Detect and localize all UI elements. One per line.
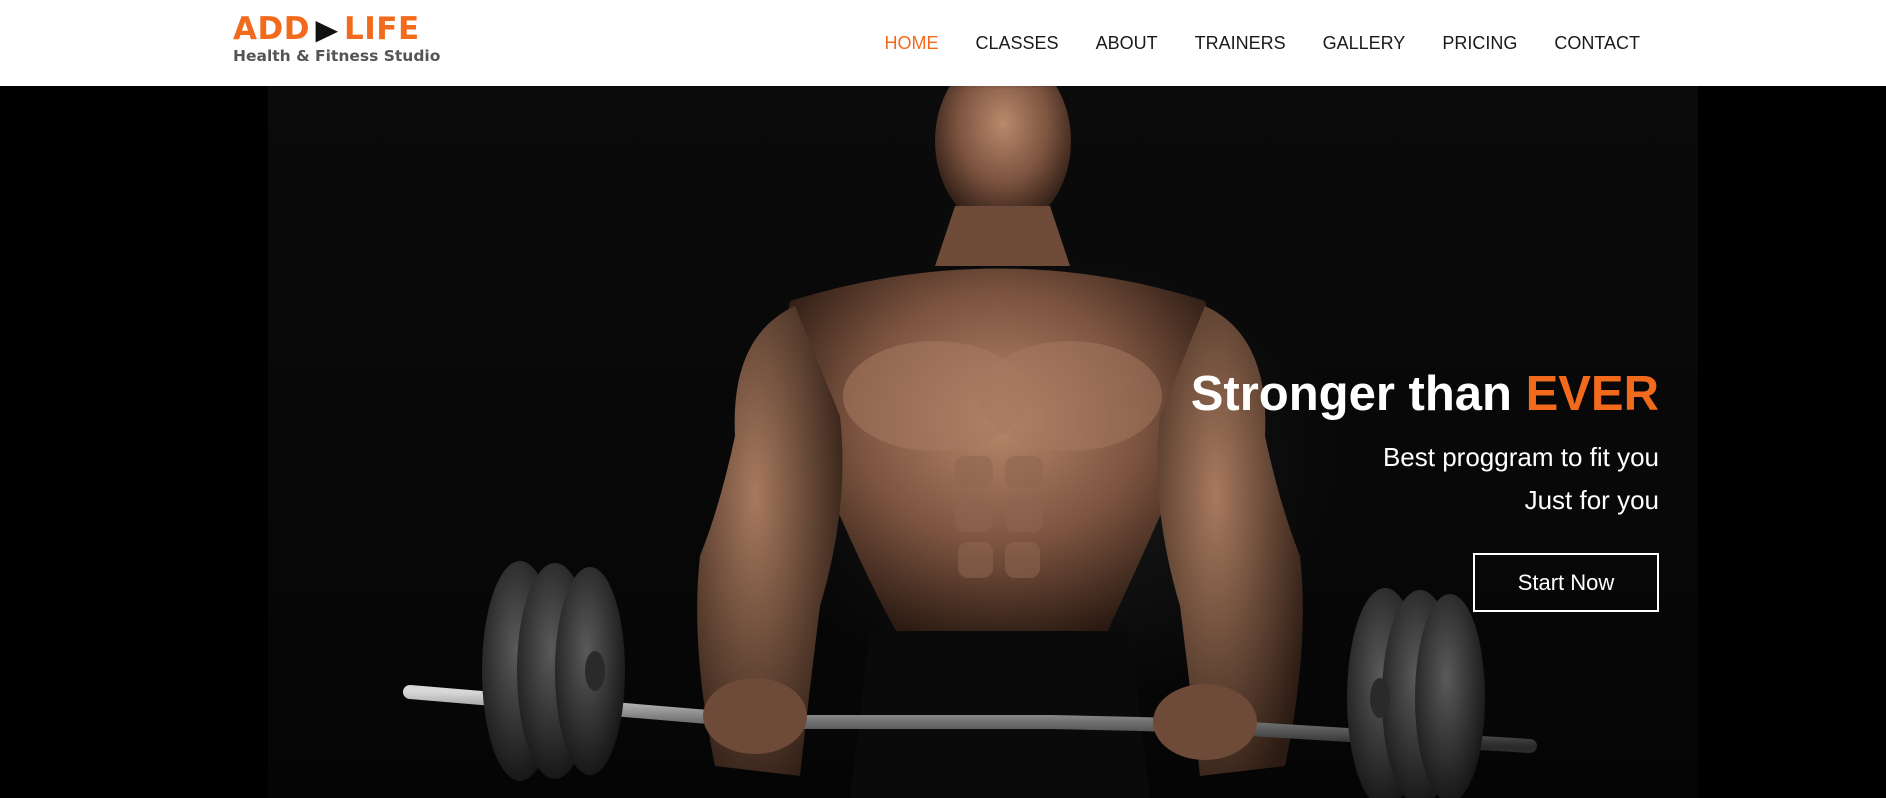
nav-item-about[interactable]: ABOUT [1096,33,1158,54]
nav-item-trainers[interactable]: TRAINERS [1195,33,1286,54]
main-nav: HOME CLASSES ABOUT TRAINERS GALLERY PRIC… [848,0,1640,86]
hero-banner: Stronger than EVER Best proggram to fit … [0,86,1886,798]
start-now-button[interactable]: Start Now [1473,553,1659,612]
logo-word-right: LIFE [344,11,420,47]
logo-wordmark: ADD ▶ LIFE [233,12,433,47]
nav-item-classes[interactable]: CLASSES [976,33,1059,54]
logo-tagline: Health & Fitness Studio [233,47,441,65]
logo-arrow-icon: ▶ [315,13,339,46]
site-header: ADD ▶ LIFE Health & Fitness Studio HOME CL… [0,0,1886,86]
logo-word-left: ADD [233,11,310,47]
hero-subline-2: Just for you [1524,485,1659,515]
hero-headline-accent: EVER [1525,367,1659,421]
nav-item-pricing[interactable]: PRICING [1442,33,1517,54]
hero-headline: Stronger than EVER [1191,366,1659,422]
hero-subline-1: Best proggram to fit you [1382,442,1659,472]
nav-item-home[interactable]: HOME [885,33,939,54]
hero-copy: Stronger than EVER Best proggram to fit … [1191,366,1659,612]
hero-headline-main: Stronger than [1190,367,1526,421]
nav-item-gallery[interactable]: GALLERY [1323,33,1406,54]
nav-item-contact[interactable]: CONTACT [1554,33,1640,54]
brand-logo[interactable]: ADD ▶ LIFE Health & Fitness Studio [233,12,441,72]
